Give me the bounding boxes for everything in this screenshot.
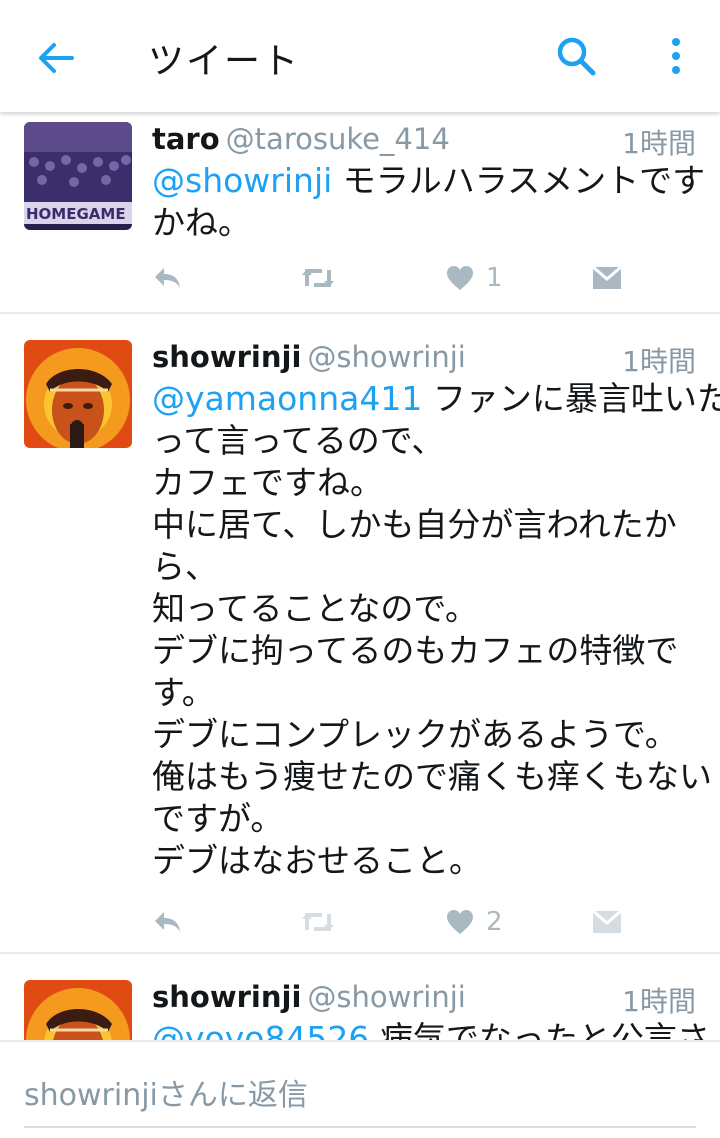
tweet-text: @yoyo84526 病気でなったと公言さ: [152, 1018, 710, 1040]
back-arrow-icon[interactable]: [34, 36, 78, 80]
user-handle[interactable]: @showrinji: [307, 980, 465, 1014]
reply-placeholder-user: showrinji: [24, 1078, 158, 1113]
reply-button[interactable]: [152, 902, 182, 942]
input-underline: [24, 1126, 696, 1128]
tweet-line-text: モラルハラスメントです: [332, 161, 706, 200]
like-button[interactable]: 2: [446, 902, 503, 942]
tweet-line: ら、: [152, 546, 700, 588]
heart-icon: [447, 910, 473, 934]
retweet-button[interactable]: [300, 258, 336, 298]
page-title: ツイート: [148, 41, 301, 82]
reply-icon: [155, 268, 180, 288]
tweet-line: カフェですね。: [152, 462, 700, 504]
tweet-line-text: デブにコンプレックがあるようで。: [152, 715, 678, 754]
tweet-line-text: す。: [152, 673, 215, 712]
like-button[interactable]: 1: [446, 258, 503, 298]
display-name[interactable]: showrinji: [152, 980, 301, 1014]
tweet-actions: 2: [152, 902, 632, 942]
tweet[interactable]: showrinji @showrinji 1時間 @yamaonna411 ファン…: [0, 314, 720, 954]
tweet-line: かね。: [152, 202, 700, 244]
avatar-banner-text: HOMEGAME: [26, 205, 126, 223]
direct-message-button[interactable]: [592, 902, 622, 942]
avatar[interactable]: HOMEGAME: [24, 122, 132, 230]
tweet-line-text: 病気でなったと公言さ: [369, 1019, 710, 1040]
avatar[interactable]: [24, 980, 132, 1040]
tweet-line-text: デブはなおせること。: [152, 841, 482, 880]
reply-placeholder-text: さんに返信: [157, 1078, 308, 1113]
heart-icon: [447, 266, 473, 290]
avatar-image: HOMEGAME: [24, 122, 132, 230]
display-name[interactable]: taro: [152, 122, 220, 156]
tweet-text-lines: @yamaonna411 ファンに暴言吐いた って言ってるので、 カフェですね。…: [152, 378, 720, 882]
direct-message-button[interactable]: [592, 258, 622, 298]
tweet-text: @showrinji モラルハラスメントです かね。: [152, 160, 705, 244]
envelope-icon: [592, 265, 622, 289]
tweet-line-text: 知ってることなので。: [152, 589, 479, 628]
tweet-line: 知ってることなので。: [152, 588, 700, 630]
tweet-line-text: カフェですね。: [152, 463, 383, 502]
tweet-line-text: 俺はもう痩せたので痛くも痒くもない: [152, 757, 713, 796]
reply-button[interactable]: [152, 258, 182, 298]
tweet-line: ですが。: [152, 798, 700, 840]
tweet-header: showrinji @showrinji: [152, 340, 466, 374]
tweet[interactable]: showrinji @showrinji 1時間 @yoyo84526 病気でなっ…: [0, 954, 720, 1040]
display-name[interactable]: showrinji: [152, 340, 301, 374]
tweet-line-text: ファンに暴言吐いた: [422, 379, 720, 418]
tweet-time: 1時間: [622, 985, 696, 1018]
app-bar: ツイート: [0, 0, 720, 112]
tweet-line: 俺はもう痩せたので痛くも痒くもない: [152, 756, 712, 798]
tweet-line: @yoyo84526 病気でなったと公言さ: [152, 1018, 710, 1040]
retweet-icon: [302, 913, 334, 931]
tweet-line-text: ですが。: [152, 799, 284, 838]
mention-link[interactable]: @yoyo84526: [152, 1019, 369, 1040]
tweet-line: @showrinji モラルハラスメントです: [152, 160, 705, 202]
tweet-line-text: 中に居て、しかも自分が言われたか: [152, 505, 677, 544]
more-vertical-icon[interactable]: [664, 34, 688, 78]
tweet-line: デブにコンプレックがあるようで。: [152, 714, 700, 756]
tweet[interactable]: HOMEGAME taro @tarosuke_414 1時間 @showrinj…: [0, 112, 720, 314]
reply-composer[interactable]: showrinjiさんに返信: [0, 1040, 720, 1138]
tweet-line: デブはなおせること。: [152, 840, 700, 882]
tweet-line-text: かね。: [152, 203, 251, 242]
tweet-line: デブに拘ってるのもカフェの特徴で: [152, 630, 700, 672]
tweet-header: taro @tarosuke_414: [152, 122, 450, 156]
tweet-line-text: デブに拘ってるのもカフェの特徴で: [152, 631, 679, 670]
user-handle[interactable]: @showrinji: [307, 340, 465, 374]
tweet-actions: 1: [152, 258, 632, 298]
avatar[interactable]: [24, 340, 132, 448]
avatar-image: [24, 980, 132, 1040]
retweet-button[interactable]: [300, 902, 336, 942]
like-count: 2: [486, 907, 503, 937]
tweet-line-text: って言ってるので、: [152, 421, 445, 460]
reply-icon: [155, 912, 180, 932]
envelope-icon: [592, 909, 622, 933]
like-count: 1: [486, 263, 503, 293]
tweet-header: showrinji @showrinji: [152, 980, 466, 1014]
tweet-line: す。: [152, 672, 700, 714]
user-handle[interactable]: @tarosuke_414: [226, 122, 450, 156]
mention-link[interactable]: @showrinji: [152, 161, 332, 200]
reply-input[interactable]: showrinjiさんに返信: [24, 1070, 308, 1114]
tweet-line: 中に居て、しかも自分が言われたか: [152, 504, 700, 546]
retweet-icon: [302, 269, 334, 287]
avatar-image: [24, 340, 132, 448]
mention-link[interactable]: @yamaonna411: [152, 379, 422, 418]
search-icon[interactable]: [554, 34, 598, 78]
tweet-line: @yamaonna411 ファンに暴言吐いた: [152, 378, 720, 420]
tweet-line-text: ら、: [152, 547, 218, 586]
tweet-feed[interactable]: HOMEGAME taro @tarosuke_414 1時間 @showrinj…: [0, 112, 720, 1040]
tweet-time: 1時間: [622, 345, 696, 378]
tweet-time: 1時間: [622, 127, 696, 160]
tweet-line: って言ってるので、: [152, 420, 700, 462]
